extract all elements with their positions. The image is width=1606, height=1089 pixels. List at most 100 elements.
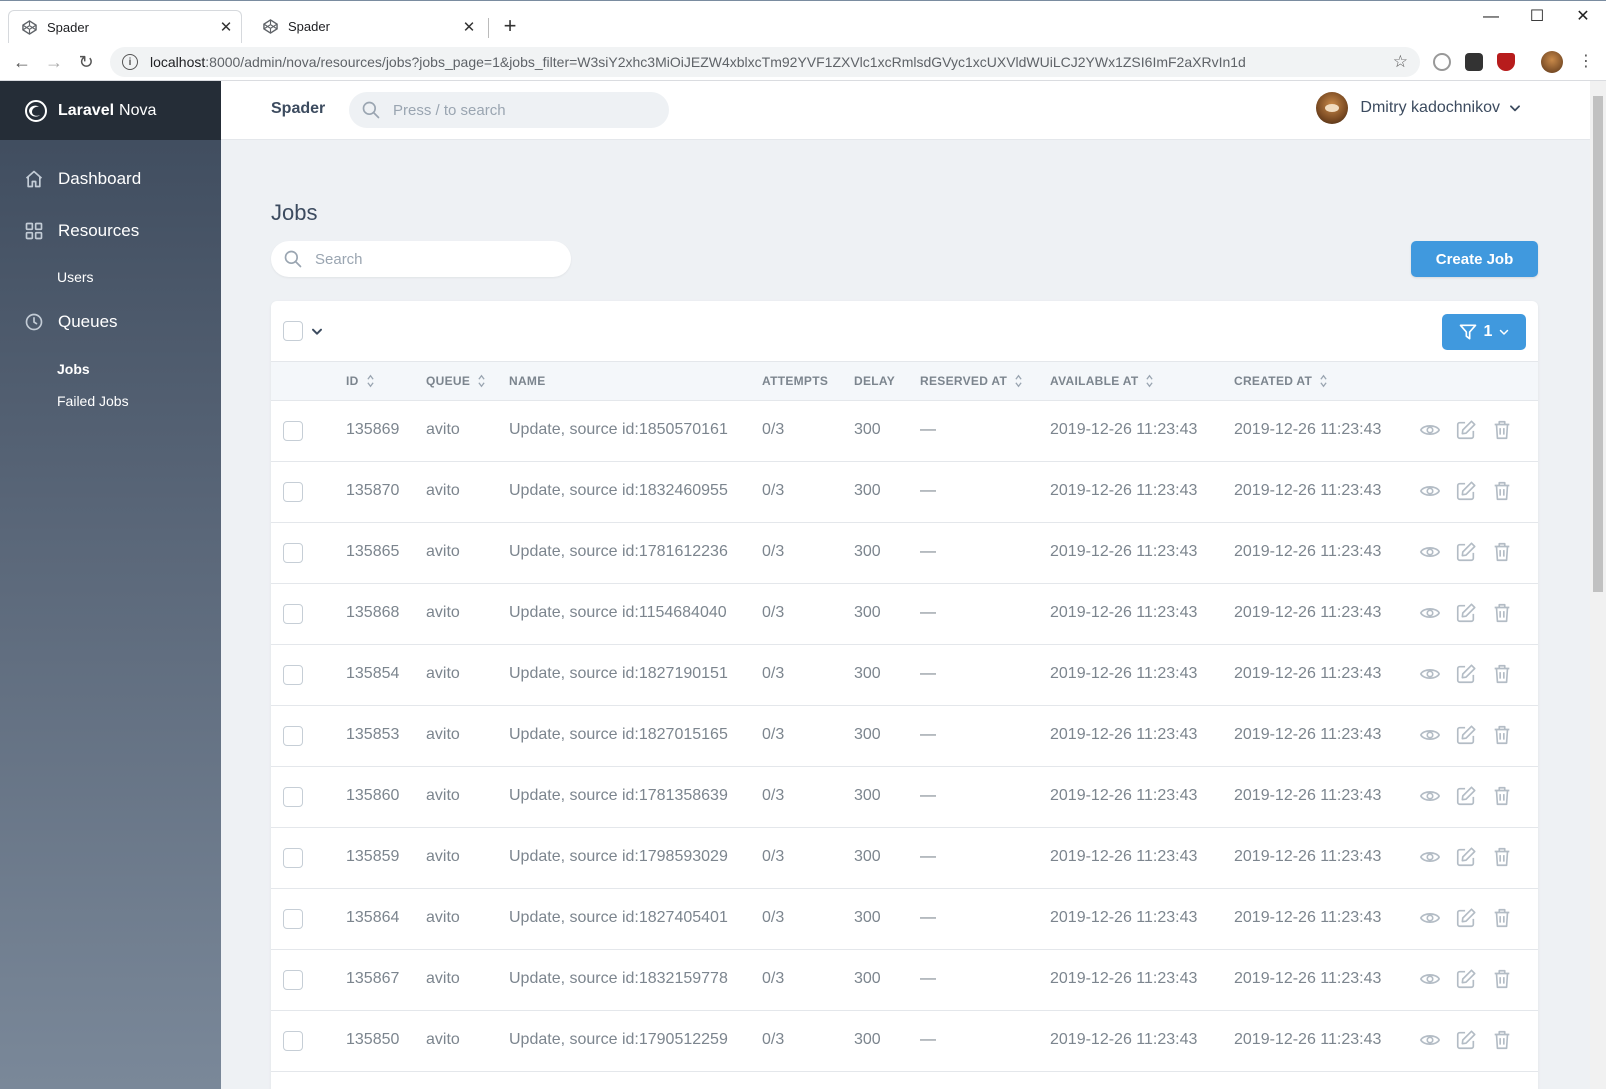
edit-icon[interactable] xyxy=(1455,602,1477,624)
table-row[interactable]: 135853 avito Update, source id:182701516… xyxy=(271,706,1538,767)
trash-icon[interactable] xyxy=(1491,1029,1513,1051)
column-header-queue[interactable]: QUEUE xyxy=(426,374,486,388)
minimize-icon[interactable]: — xyxy=(1468,5,1514,29)
table-row[interactable]: 135869 avito Update, source id:185057016… xyxy=(271,401,1538,462)
row-checkbox[interactable] xyxy=(283,665,303,685)
eye-icon[interactable] xyxy=(1419,602,1441,624)
table-row[interactable]: 135868 avito Update, source id:115468404… xyxy=(271,584,1538,645)
eye-icon[interactable] xyxy=(1419,663,1441,685)
browser-menu-icon[interactable]: ⋮ xyxy=(1572,49,1600,75)
edit-icon[interactable] xyxy=(1455,1029,1477,1051)
extension-icon[interactable] xyxy=(1465,53,1483,71)
column-header-available-at[interactable]: AVAILABLE AT xyxy=(1050,374,1154,388)
row-checkbox[interactable] xyxy=(283,787,303,807)
table-row[interactable]: 135865 avito Update, source id:178161223… xyxy=(271,523,1538,584)
brand-logo[interactable]: Laravel Nova xyxy=(0,81,221,140)
trash-icon[interactable] xyxy=(1491,785,1513,807)
trash-icon[interactable] xyxy=(1491,968,1513,990)
table-row[interactable]: 135864 avito Update, source id:182740540… xyxy=(271,889,1538,950)
bookmark-star-icon[interactable]: ☆ xyxy=(1393,52,1408,72)
eye-icon[interactable] xyxy=(1419,1029,1441,1051)
globe-extension-icon[interactable] xyxy=(1433,53,1451,71)
row-checkbox[interactable] xyxy=(283,970,303,990)
row-checkbox[interactable] xyxy=(283,421,303,441)
user-menu[interactable]: Dmitry kadochnikov xyxy=(1316,92,1522,124)
resource-search-input[interactable]: Search xyxy=(271,241,571,277)
edit-icon[interactable] xyxy=(1455,663,1477,685)
ublock-shield-icon[interactable] xyxy=(1497,53,1515,71)
row-checkbox[interactable] xyxy=(283,604,303,624)
info-icon[interactable]: i xyxy=(122,54,138,70)
table-row[interactable]: 135859 avito Update, source id:179859302… xyxy=(271,828,1538,889)
reload-icon[interactable]: ↻ xyxy=(72,49,100,75)
edit-icon[interactable] xyxy=(1455,907,1477,929)
row-checkbox[interactable] xyxy=(283,1031,303,1051)
table-row[interactable]: 135854 avito Update, source id:182719015… xyxy=(271,645,1538,706)
column-header-created-at[interactable]: CREATED AT xyxy=(1234,374,1328,388)
tab-close-icon[interactable]: ✕ xyxy=(215,18,237,36)
url-field[interactable]: i localhost:8000/admin/nova/resources/jo… xyxy=(110,47,1420,77)
browser-tab-active[interactable]: Spader ✕ xyxy=(8,10,242,43)
eye-icon[interactable] xyxy=(1419,907,1441,929)
trash-icon[interactable] xyxy=(1491,724,1513,746)
trash-icon[interactable] xyxy=(1491,541,1513,563)
cell-queue: avito xyxy=(426,482,460,499)
global-search-input[interactable]: Press / to search xyxy=(349,92,669,128)
tab-close-icon[interactable]: ✕ xyxy=(458,18,480,36)
new-tab-icon[interactable]: + xyxy=(498,13,522,39)
sidebar-item-failed-jobs[interactable]: Failed Jobs xyxy=(57,393,129,409)
sidebar-item-label: Dashboard xyxy=(58,169,142,188)
chevron-down-icon xyxy=(1500,329,1509,335)
maximize-icon[interactable]: ☐ xyxy=(1514,5,1560,29)
eye-icon[interactable] xyxy=(1419,541,1441,563)
edit-icon[interactable] xyxy=(1455,968,1477,990)
edit-icon[interactable] xyxy=(1455,541,1477,563)
trash-icon[interactable] xyxy=(1491,419,1513,441)
table-row[interactable]: 135860 avito Update, source id:178135863… xyxy=(271,767,1538,828)
sidebar-item-users[interactable]: Users xyxy=(57,269,94,285)
sidebar-item-queues[interactable]: Queues xyxy=(24,312,118,332)
eye-icon[interactable] xyxy=(1419,480,1441,502)
filter-button[interactable]: 1 xyxy=(1442,314,1526,350)
edit-icon[interactable] xyxy=(1455,846,1477,868)
trash-icon[interactable] xyxy=(1491,663,1513,685)
trash-icon[interactable] xyxy=(1491,907,1513,929)
sort-icon xyxy=(1146,374,1154,388)
row-checkbox[interactable] xyxy=(283,726,303,746)
table-row[interactable]: 135867 avito Update, source id:183215977… xyxy=(271,950,1538,1011)
eye-icon[interactable] xyxy=(1419,785,1441,807)
sidebar-item-resources[interactable]: Resources xyxy=(24,221,139,241)
sidebar-item-dashboard[interactable]: Dashboard xyxy=(24,169,141,189)
trash-icon[interactable] xyxy=(1491,602,1513,624)
eye-icon[interactable] xyxy=(1419,419,1441,441)
profile-avatar-icon[interactable] xyxy=(1541,51,1563,73)
row-checkbox[interactable] xyxy=(283,848,303,868)
edit-icon[interactable] xyxy=(1455,724,1477,746)
column-header-reserved-at[interactable]: RESERVED AT xyxy=(920,374,1023,388)
browser-tab-inactive[interactable]: Spader ✕ xyxy=(250,10,484,43)
row-checkbox[interactable] xyxy=(283,543,303,563)
sidebar-item-jobs[interactable]: Jobs xyxy=(57,361,90,377)
edit-icon[interactable] xyxy=(1455,419,1477,441)
window-close-icon[interactable]: ✕ xyxy=(1560,5,1606,29)
app-name[interactable]: Spader xyxy=(271,100,325,118)
back-icon[interactable]: ← xyxy=(8,49,36,75)
row-checkbox[interactable] xyxy=(283,909,303,929)
scrollbar-thumb[interactable] xyxy=(1593,96,1603,592)
chevron-down-icon[interactable] xyxy=(309,321,325,341)
create-job-button[interactable]: Create Job xyxy=(1411,241,1538,277)
eye-icon[interactable] xyxy=(1419,968,1441,990)
sort-icon xyxy=(1015,374,1022,388)
row-checkbox[interactable] xyxy=(283,482,303,502)
eye-icon[interactable] xyxy=(1419,724,1441,746)
eye-icon[interactable] xyxy=(1419,846,1441,868)
trash-icon[interactable] xyxy=(1491,480,1513,502)
trash-icon[interactable] xyxy=(1491,846,1513,868)
table-row[interactable]: 135850 avito Update, source id:179051225… xyxy=(271,1011,1538,1072)
edit-icon[interactable] xyxy=(1455,480,1477,502)
column-header-id[interactable]: ID xyxy=(346,374,375,388)
forward-icon[interactable]: → xyxy=(40,49,68,75)
select-all-checkbox[interactable] xyxy=(283,321,303,341)
edit-icon[interactable] xyxy=(1455,785,1477,807)
table-row[interactable]: 135870 avito Update, source id:183246095… xyxy=(271,462,1538,523)
